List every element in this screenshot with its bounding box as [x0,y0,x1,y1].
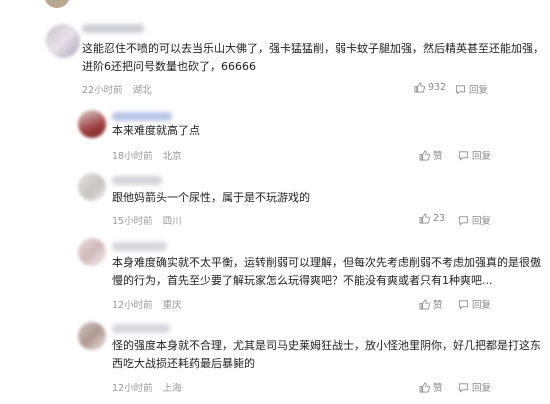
comment-time: 12小时前 [112,383,153,394]
comment-time: 12小时前 [112,300,153,311]
thumbs-up-icon [419,150,430,160]
comment-item: 怪的强度本身就不合理，尤其是司马史莱姆狂战士，放小怪池里阴你，好几把都是打这东 … [0,314,550,404]
comment-meta: 15小时前 四川 [112,213,192,227]
comment-location: 上海 [162,383,182,394]
like-count: 赞 [433,151,443,162]
avatar[interactable] [78,238,106,266]
comment-meta: 12小时前 重庆 [112,297,192,311]
comment-text: 本身难度确实就不太平衡，运转削弱可以理解，但每次先考虑削弱不考虑加强真的是很傲 … [112,254,541,290]
comment-text: 本来难度就高了点 [112,122,200,140]
comment-item: 跟他妈箭头一个尿性，属于是不玩游戏的 15小时前 四川 23 回复 [0,165,550,230]
reply-button[interactable]: 回复 [455,82,488,96]
reply-button[interactable]: 回复 [458,148,491,162]
username-blurred[interactable] [112,176,162,185]
username-blurred[interactable] [82,24,144,33]
avatar[interactable] [78,110,106,138]
comment-time: 15小时前 [112,216,153,227]
comment-text-line: 跟他妈箭头一个尿性，属于是不玩游戏的 [112,191,310,204]
like-count: 赞 [433,383,443,394]
like-button[interactable]: 932 [414,82,446,93]
reply-label: 回复 [472,151,492,162]
username-blurred[interactable] [112,242,167,251]
reply-label: 回复 [469,85,489,96]
like-button[interactable]: 赞 [419,297,443,311]
reply-bubble-icon [458,215,469,225]
username-blurred[interactable] [112,324,170,333]
reply-label: 回复 [472,383,492,394]
reply-bubble-icon [458,299,469,309]
reply-button[interactable]: 回复 [458,297,491,311]
comment-text: 怪的强度本身就不合理，尤其是司马史莱姆狂战士，放小怪池里阴你，好几把都是打这东 … [112,337,541,373]
thumbs-up-icon [419,382,430,392]
comment-item: 本来难度就高了点 18小时前 北京 赞 回复 [0,100,550,165]
thumbs-up-icon [419,299,430,309]
like-button[interactable]: 赞 [419,148,443,162]
reply-bubble-icon [458,150,469,160]
thumbs-up-icon [414,82,425,93]
comment-time: 18小时前 [112,151,153,162]
comment-text-line: 这能忍住不喷的可以去当乐山大佛了，强卡猛猛削，弱卡蚊子腿加强，然后精英甚至还能加… [82,42,544,55]
comment-meta: 22小时前 湖北 [82,82,162,96]
like-count: 23 [433,213,446,224]
reply-bubble-icon [455,84,466,94]
comment-text-line: 西吃大战损还耗药最后暴毙的 [112,357,255,370]
like-button[interactable]: 23 [419,213,445,224]
comment-item: 这能忍住不喷的可以去当乐山大佛了，强卡猛猛削，弱卡蚊子腿加强，然后精英甚至还能加… [0,0,550,100]
comment-time: 22小时前 [82,85,123,96]
username-blurred[interactable] [112,112,172,121]
comment-text-line: 本身难度确实就不太平衡，运转削弱可以理解，但每次先考虑削弱不考虑加强真的是很傲 [112,256,541,269]
avatar[interactable] [78,322,106,350]
comment-location: 四川 [162,216,182,227]
comment-text-line: 怪的强度本身就不合理，尤其是司马史莱姆狂战士，放小怪池里阴你，好几把都是打这东 [112,339,541,352]
reply-label: 回复 [472,300,492,311]
comment-text: 这能忍住不喷的可以去当乐山大佛了，强卡猛猛削，弱卡蚊子腿加强，然后精英甚至还能加… [82,40,544,76]
comment-location: 重庆 [162,300,182,311]
comment-meta: 12小时前 上海 [112,380,192,394]
comment-text: 跟他妈箭头一个尿性，属于是不玩游戏的 [112,189,310,207]
comment-item: 本身难度确实就不太平衡，运转削弱可以理解，但每次先考虑削弱不考虑加强真的是很傲 … [0,230,550,314]
comment-text-line: 慢的行为，首先至少要了解玩家怎么玩得爽吧？不能没有爽或者只有1种爽吧... [112,274,493,287]
like-count: 赞 [433,300,443,311]
comment-location: 北京 [162,151,182,162]
avatar[interactable] [46,24,80,58]
reply-button[interactable]: 回复 [458,213,491,227]
reply-label: 回复 [472,216,492,227]
comment-meta: 18小时前 北京 [112,148,192,162]
reply-button[interactable]: 回复 [458,380,491,394]
avatar[interactable] [78,173,106,201]
comment-text-line: 进阶6还把问号数量也砍了，66666 [82,60,256,73]
like-button[interactable]: 赞 [419,380,443,394]
thumbs-up-icon [419,213,430,224]
reply-bubble-icon [458,382,469,392]
comment-text-line: 本来难度就高了点 [112,124,200,137]
comment-location: 湖北 [132,85,152,96]
like-count: 932 [428,82,447,93]
